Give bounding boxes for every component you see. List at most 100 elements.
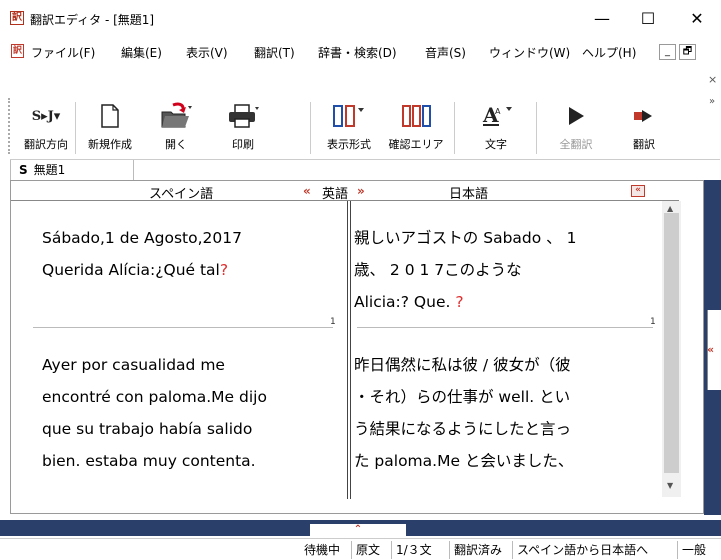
font-label: 文字 xyxy=(485,138,507,151)
print-label: 印刷 xyxy=(232,138,254,151)
toolbar-grip[interactable] xyxy=(8,98,11,154)
segment-number: 1 xyxy=(330,317,336,327)
open-button[interactable]: 開く xyxy=(146,102,206,156)
source-segment-2[interactable]: Ayer por casualidad me encontré con palo… xyxy=(42,349,267,477)
target-line: う結果になるようにしたと言っ xyxy=(354,420,572,438)
title-bar: 訳 翻訳エディタ - [無題1] — ☐ ✕ xyxy=(0,0,721,38)
source-line: Sábado,1 de Agosto,2017 xyxy=(42,229,242,247)
printer-icon xyxy=(229,104,259,128)
toolbar-separator xyxy=(536,102,537,154)
display-format-icon xyxy=(333,105,364,127)
source-language-header: スペイン語 xyxy=(149,187,214,202)
pivot-language-header: 英語 xyxy=(322,187,349,202)
open-folder-icon xyxy=(161,102,192,128)
scrollbar-thumb[interactable] xyxy=(664,213,679,473)
target-segment-2[interactable]: 昨日偶然に私は彼 / 彼女が（彼 ・それ）らの仕事が well. とい う結果に… xyxy=(354,349,573,477)
document-icon[interactable]: 訳 xyxy=(11,44,24,58)
source-line: Ayer por casualidad me xyxy=(42,356,225,374)
toolbar-separator xyxy=(454,102,455,154)
translate-label: 翻訳 xyxy=(633,138,655,151)
column-header: スペイン語 « 英語 » 日本語 « xyxy=(11,181,679,202)
target-segment-1[interactable]: 親しいアゴストの Sabado 、 1 歳、 2 0 1 7このような Alic… xyxy=(354,222,576,318)
confirm-area-button[interactable]: 確認エリア xyxy=(384,102,448,156)
translation-editor: スペイン語 « 英語 » 日本語 « Sábado,1 de Agosto,20… xyxy=(10,180,704,514)
open-label: 開く xyxy=(165,138,187,151)
status-state: 待機中 xyxy=(304,543,341,557)
status-direction: スペイン語から日本語へ xyxy=(512,541,652,559)
target-line: 歳、 2 0 1 7このような xyxy=(354,261,522,279)
tab-untitled-1[interactable]: S 無題1 xyxy=(10,160,134,182)
source-line: encontré con paloma.Me dijo xyxy=(42,388,267,406)
translation-direction-button[interactable]: S▸J▾ 翻訳方向 xyxy=(20,102,72,156)
menu-translate[interactable]: 翻訳(T) xyxy=(254,44,295,61)
unknown-mark: ? xyxy=(219,261,229,279)
translation-editor-window: 訳 翻訳エディタ - [無題1] — ☐ ✕ 訳 ファイル(F) 編集(E) 表… xyxy=(0,0,721,560)
maximize-button[interactable]: ☐ xyxy=(624,0,672,38)
mdi-minimize-button[interactable]: _ xyxy=(659,44,676,60)
source-line: que su trabajo había salido xyxy=(42,420,253,438)
display-format-label: 表示形式 xyxy=(327,138,371,151)
status-bar: 待機中 原文 1/３文 翻訳済み スペイン語から日本語へ 一般 xyxy=(0,538,721,560)
close-button[interactable]: ✕ xyxy=(673,0,721,38)
new-label: 新規作成 xyxy=(88,138,132,151)
display-format-button[interactable]: 表示形式 xyxy=(316,102,382,156)
menu-window[interactable]: ウィンドウ(W) xyxy=(489,44,570,61)
expand-side-panel-icon[interactable]: « xyxy=(707,343,714,356)
status-sentence: 1/３文 xyxy=(391,541,436,559)
play-icon xyxy=(569,107,584,125)
target-language-header: 日本語 xyxy=(449,187,489,202)
segment-divider xyxy=(33,327,333,328)
pivot-left-arrow-icon[interactable]: « xyxy=(303,184,311,198)
translation-direction-icon: S▸J▾ xyxy=(31,108,61,124)
tab-label: 無題1 xyxy=(33,163,66,177)
app-icon: 訳 xyxy=(10,11,24,25)
new-button[interactable]: 新規作成 xyxy=(80,102,140,156)
source-line: Querida Alícia:¿Qué tal? xyxy=(42,261,229,279)
toolbar-overflow-icon[interactable]: » xyxy=(709,96,715,107)
toolbar-close-icon[interactable]: × xyxy=(708,73,717,86)
document-tab-bar: S 無題1 xyxy=(10,159,720,182)
translate-button[interactable]: 翻訳 xyxy=(614,102,674,156)
translate-all-label: 全翻訳 xyxy=(559,138,593,151)
status-field: 一般 xyxy=(677,541,710,559)
expand-bottom-panel-icon[interactable]: ⌃ xyxy=(310,524,406,536)
target-line: Alicia:? Que. ? xyxy=(354,293,464,311)
menu-file[interactable]: ファイル(F) xyxy=(31,44,95,61)
minimize-button[interactable]: — xyxy=(578,0,626,38)
window-title: 翻訳エディタ - [無題1] xyxy=(30,13,155,27)
status-translated: 翻訳済み xyxy=(449,541,506,559)
scroll-up-icon[interactable]: ▲ xyxy=(667,204,673,213)
status-view: 原文 xyxy=(351,541,384,559)
translation-direction-label: 翻訳方向 xyxy=(24,138,68,151)
source-segment-1[interactable]: Sábado,1 de Agosto,2017 Querida Alícia:¿… xyxy=(42,222,242,286)
menu-help[interactable]: ヘルプ(H) xyxy=(582,44,636,61)
new-doc-icon xyxy=(101,104,119,128)
target-line: ・それ）らの仕事が well. とい xyxy=(354,388,571,406)
segment-number: 1 xyxy=(650,317,656,327)
confirm-area-label: 確認エリア xyxy=(388,138,444,151)
menu-dictionary-search[interactable]: 辞書・検索(D) xyxy=(318,44,397,61)
translate-all-button: 全翻訳 xyxy=(546,102,606,156)
source-pane[interactable]: Sábado,1 de Agosto,2017 Querida Alícia:¿… xyxy=(11,203,345,493)
pivot-right-arrow-icon[interactable]: » xyxy=(357,184,365,198)
collapse-pane-button[interactable]: « xyxy=(631,185,645,197)
menu-voice[interactable]: 音声(S) xyxy=(425,44,466,61)
unknown-mark: ? xyxy=(455,293,464,311)
menu-edit[interactable]: 編集(E) xyxy=(121,44,162,61)
confirm-area-icon xyxy=(402,105,431,127)
target-pane[interactable]: 親しいアゴストの Sabado 、 1 歳、 2 0 1 7このような Alic… xyxy=(351,203,661,493)
toolbar-separator xyxy=(310,102,311,154)
print-button[interactable]: 印刷 xyxy=(214,102,272,156)
target-line: た paloma.Me と会いました、 xyxy=(354,452,574,470)
translate-icon xyxy=(634,110,652,122)
segment-divider xyxy=(357,327,653,328)
tab-prefix: S xyxy=(19,163,28,177)
target-line: 昨日偶然に私は彼 / 彼女が（彼 xyxy=(354,356,571,374)
target-line: 親しいアゴストの Sabado 、 1 xyxy=(354,229,577,247)
menu-view[interactable]: 表示(V) xyxy=(186,44,228,61)
mdi-restore-button[interactable]: 🗗 xyxy=(679,44,696,60)
source-line: bien. estaba muy contenta. xyxy=(42,452,256,470)
font-icon: AA xyxy=(482,103,512,127)
scroll-down-icon[interactable]: ▼ xyxy=(667,481,673,490)
font-button[interactable]: AA 文字 xyxy=(466,102,526,156)
